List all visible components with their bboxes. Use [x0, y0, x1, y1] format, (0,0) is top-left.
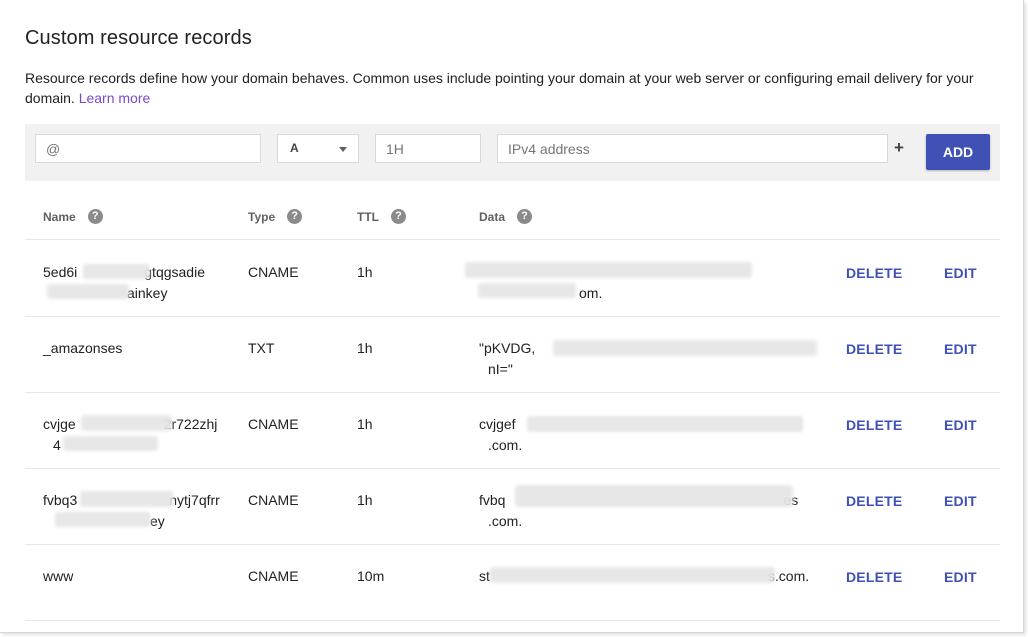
record-ttl: 10m: [357, 568, 385, 584]
header-name-label: Name: [43, 209, 76, 224]
record-type: CNAME: [248, 264, 299, 280]
header-type: Type ?: [248, 209, 303, 224]
type-select[interactable]: A: [277, 134, 359, 163]
record-data-part: fvbq: [479, 492, 506, 508]
table-header: Name ? Type ? TTL ? Data ?: [25, 200, 1000, 240]
redaction-blur: [81, 415, 172, 431]
record-name: _amazonses: [43, 340, 123, 356]
delete-button[interactable]: DELETE: [846, 417, 902, 433]
redaction-blur: [83, 264, 150, 279]
redaction-blur: [80, 491, 173, 507]
record-name-part: fvbq3: [43, 492, 78, 508]
record-data-part: "pKVDG,: [479, 340, 536, 356]
record-data-part: .com.: [488, 437, 523, 453]
table-row: _amazonses TXT 1h "pKVDG, nI=" DELETE ED…: [25, 317, 1000, 393]
delete-button[interactable]: DELETE: [846, 341, 902, 357]
edit-button[interactable]: EDIT: [944, 265, 977, 281]
table-row: www CNAME 10m st s.com. DELETE EDIT: [25, 545, 1000, 621]
section-description: Resource records define how your domain …: [25, 68, 1000, 108]
name-input[interactable]: [35, 134, 261, 163]
record-name-part: ainkey: [127, 285, 168, 301]
record-type: CNAME: [248, 492, 299, 508]
add-button[interactable]: ADD: [926, 134, 990, 170]
help-icon[interactable]: ?: [517, 209, 533, 224]
redaction-blur: [490, 567, 775, 583]
section-title: Custom resource records: [25, 27, 252, 49]
record-ttl: 1h: [357, 264, 373, 280]
edit-button[interactable]: EDIT: [944, 569, 977, 585]
edit-button[interactable]: EDIT: [944, 341, 977, 357]
help-icon[interactable]: ?: [87, 209, 103, 224]
redaction-blur: [515, 485, 793, 507]
record-data-part: cvjgef: [479, 416, 516, 432]
record-name-part: cvjge: [43, 416, 76, 432]
record-name-part: ey: [150, 513, 165, 529]
delete-button[interactable]: DELETE: [846, 493, 902, 509]
redaction-blur: [63, 436, 158, 451]
redaction-blur: [465, 262, 752, 278]
type-select-value: A: [290, 141, 299, 155]
header-type-label: Type: [248, 209, 276, 224]
help-icon[interactable]: ?: [391, 209, 406, 224]
header-ttl: TTL ?: [357, 209, 406, 224]
record-ttl: 1h: [357, 340, 373, 356]
record-name-part: 4: [53, 437, 61, 453]
data-input[interactable]: [497, 134, 888, 163]
record-type: CNAME: [248, 416, 299, 432]
redaction-blur: [47, 284, 129, 299]
description-text: Resource records define how your domain …: [25, 70, 974, 106]
record-data-part: st: [479, 568, 490, 584]
record-name-part: gtqgsadie: [144, 264, 205, 280]
learn-more-link[interactable]: Learn more: [79, 90, 151, 106]
table-row: fvbq3nytj7qfrr ey CNAME 1h fvbqes .com. …: [25, 469, 1000, 545]
redaction-blur: [527, 416, 803, 432]
table-row: cvjge 2r722zhj 4 CNAME 1h cvjgef .com. DE…: [25, 393, 1000, 469]
record-name: www: [43, 568, 74, 584]
record-name-part: 5ed6i: [43, 264, 78, 280]
add-value-plus-icon[interactable]: +: [894, 138, 904, 158]
header-ttl-label: TTL: [357, 209, 379, 224]
help-icon[interactable]: ?: [287, 209, 303, 224]
record-data-part: nI=": [488, 361, 513, 377]
delete-button[interactable]: DELETE: [846, 569, 902, 585]
header-name: Name ?: [43, 209, 103, 224]
record-data-part: .com.: [488, 513, 523, 529]
record-type: TXT: [248, 340, 275, 356]
record-ttl: 1h: [357, 492, 373, 508]
record-type: CNAME: [248, 568, 299, 584]
redaction-blur: [478, 283, 576, 298]
record-data-part: om.: [579, 285, 603, 301]
redaction-blur: [55, 512, 151, 527]
record-name-part: nytj7qfrr: [169, 492, 220, 508]
table-row: 5ed6i gtqgsadie ainkey CNAME 1h om. DELET…: [25, 241, 1000, 317]
ttl-input[interactable]: [375, 134, 481, 163]
delete-button[interactable]: DELETE: [846, 265, 902, 281]
header-data: Data ?: [479, 209, 533, 224]
header-data-label: Data: [479, 209, 506, 224]
edit-button[interactable]: EDIT: [944, 417, 977, 433]
chevron-down-icon: [339, 147, 347, 152]
redaction-blur: [553, 340, 817, 356]
add-record-bar: A + ADD: [25, 124, 1000, 181]
record-ttl: 1h: [357, 416, 373, 432]
resource-records-panel: Custom resource records Resource records…: [0, 0, 1024, 633]
edit-button[interactable]: EDIT: [944, 493, 977, 509]
